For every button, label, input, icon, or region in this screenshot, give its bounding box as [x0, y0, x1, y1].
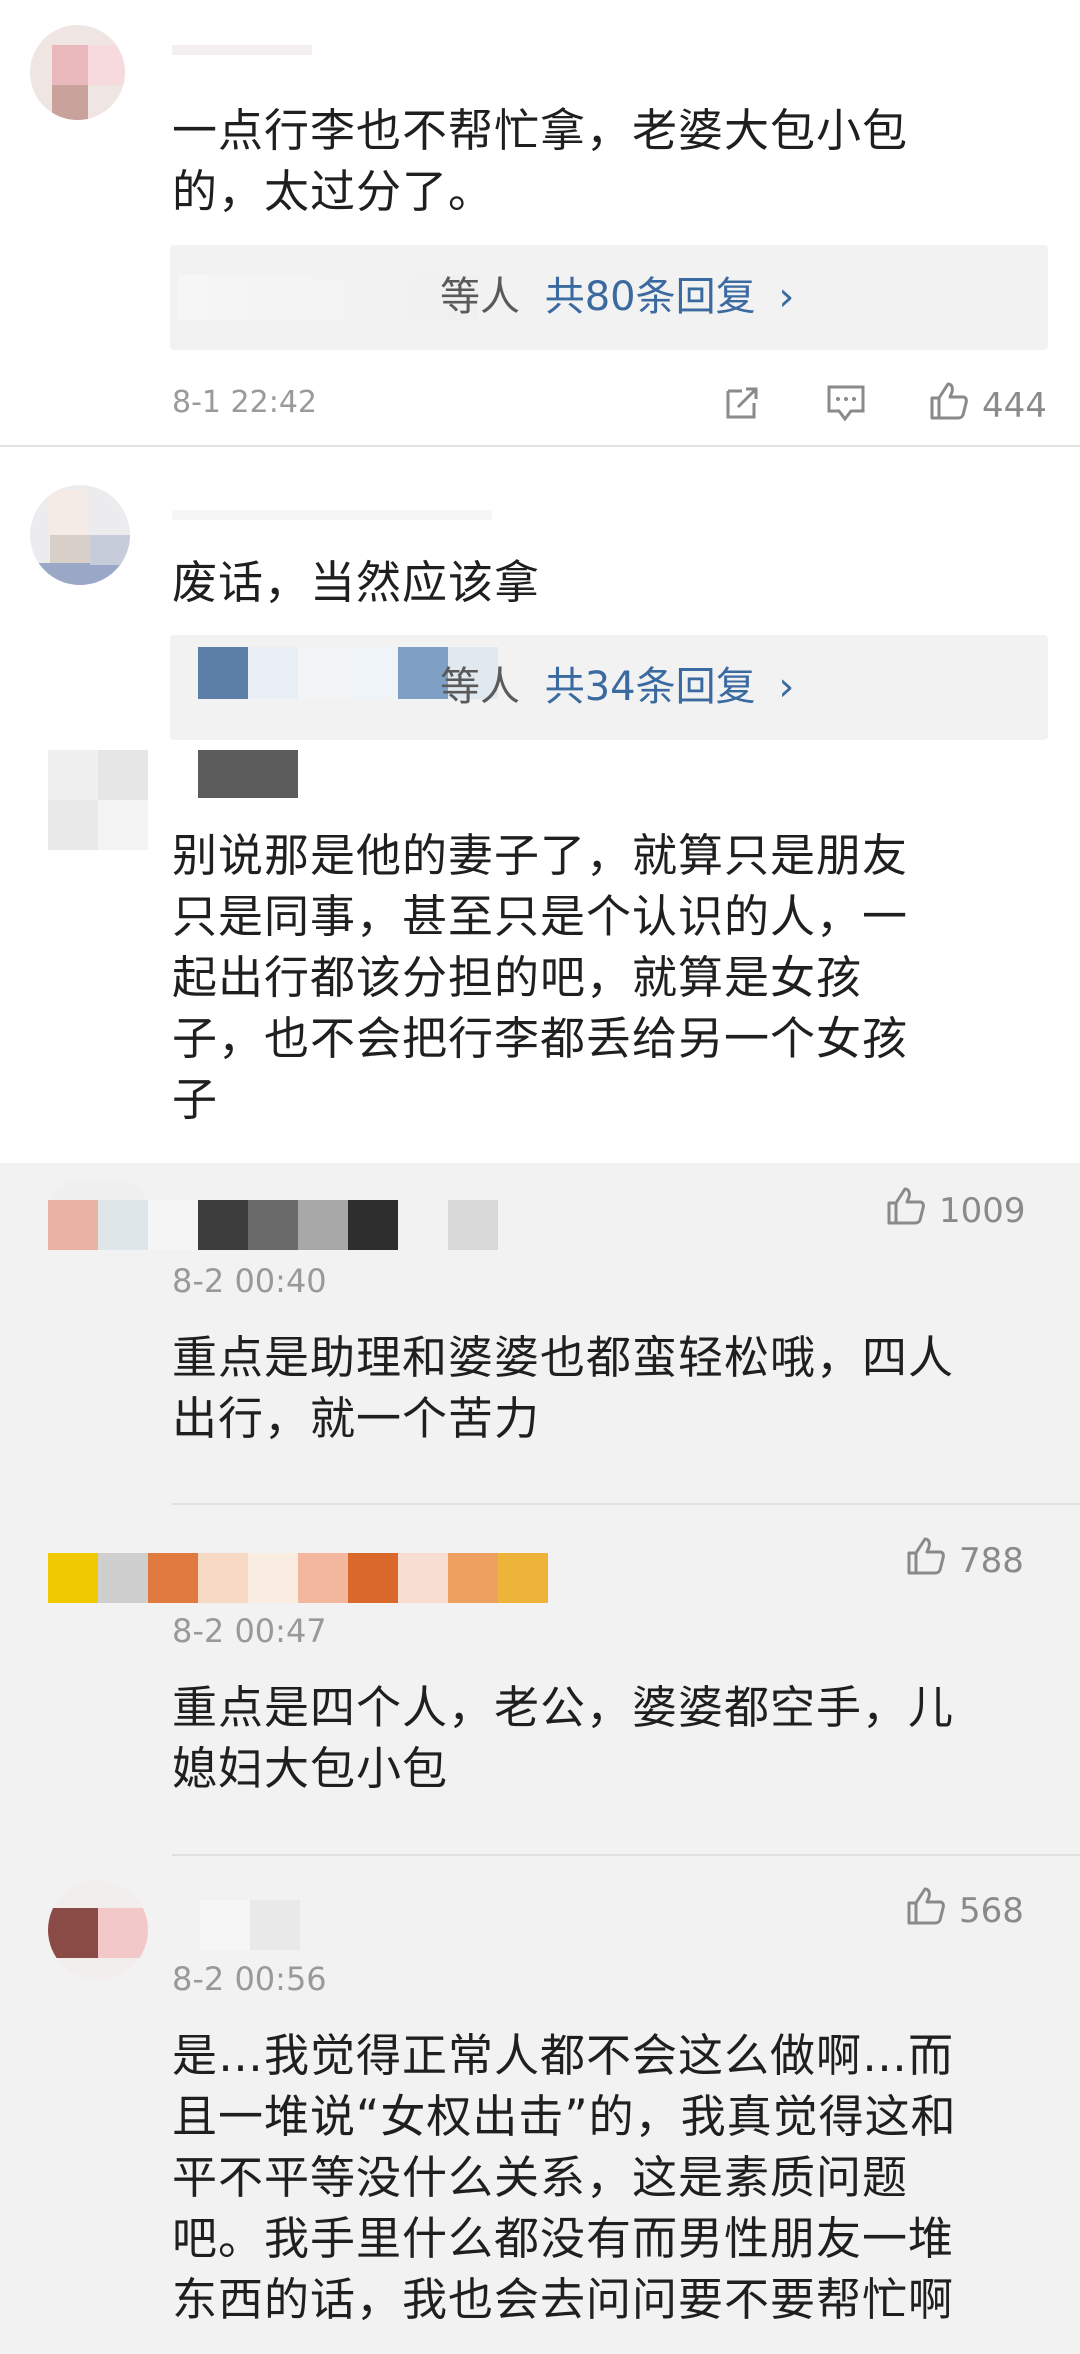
like-count: 444 — [982, 385, 1047, 426]
avatar[interactable] — [48, 1880, 148, 1980]
like-count: 788 — [959, 1540, 1024, 1581]
username-blurred[interactable] — [198, 750, 298, 798]
reply-summary[interactable]: 等人 共34条回复 › — [170, 635, 1048, 740]
thumbs-up-icon — [905, 1885, 947, 1936]
share-icon[interactable] — [722, 383, 762, 423]
thumbs-up-icon — [885, 1185, 927, 1236]
reply-time: 8-2 00:40 — [172, 1262, 327, 1300]
divider — [0, 445, 1080, 447]
thumbs-up-icon — [905, 1535, 947, 1586]
divider — [172, 1503, 1080, 1505]
reply-count-link[interactable]: 共34条回复 — [545, 664, 756, 710]
comment-text: 废话，当然应该拿 — [172, 556, 541, 609]
reply-time: 8-2 00:47 — [172, 1612, 327, 1650]
reply-summary[interactable]: 等人 共80条回复 › — [170, 245, 1048, 350]
reply-avatars-blurred — [178, 275, 478, 320]
like-button[interactable]: 568 — [905, 1885, 1024, 1936]
reply-time: 8-2 00:56 — [172, 1960, 327, 1998]
like-button[interactable]: 1009 — [885, 1185, 1026, 1236]
comment-text: 别说那是他的妻子了，就算只是朋友 只是同事，甚至只是个认识的人，一 起出行都该分… — [172, 829, 909, 1126]
comment-icon[interactable] — [825, 383, 867, 423]
username-blurred[interactable] — [48, 1553, 548, 1603]
chevron-right-icon[interactable]: › — [778, 274, 794, 320]
reply-prefix: 等人 — [440, 664, 520, 710]
avatar[interactable] — [30, 485, 130, 585]
username-blurred[interactable] — [48, 1200, 498, 1250]
like-button[interactable]: 788 — [905, 1535, 1024, 1586]
comment-time: 8-1 22:42 — [172, 385, 317, 420]
reply-prefix: 等人 — [440, 274, 520, 320]
reply-text: 重点是四个人，老公，婆婆都空手，儿 媳妇大包小包 — [172, 1681, 955, 1795]
divider — [172, 1854, 1080, 1856]
avatar[interactable] — [48, 750, 148, 850]
reply-text: 重点是助理和婆婆也都蛮轻松哦，四人 出行，就一个苦力 — [172, 1331, 955, 1445]
thumbs-up-icon — [928, 380, 970, 431]
reply-text: 是…我觉得正常人都不会这么做啊…而 且一堆说“女权出击”的，我真觉得这和 平不平… — [172, 2029, 957, 2326]
like-count: 568 — [959, 1890, 1024, 1931]
username-blurred[interactable] — [172, 45, 312, 55]
like-count: 1009 — [939, 1190, 1026, 1231]
comment-text: 一点行李也不帮忙拿，老婆大包小包 的，太过分了。 — [172, 104, 909, 218]
chevron-right-icon[interactable]: › — [778, 664, 794, 710]
like-button[interactable]: 444 — [928, 380, 1047, 431]
username-blurred[interactable] — [200, 1900, 300, 1950]
reply-count-link[interactable]: 共80条回复 — [545, 274, 756, 320]
username-blurred[interactable] — [172, 510, 492, 520]
avatar[interactable] — [30, 25, 125, 120]
